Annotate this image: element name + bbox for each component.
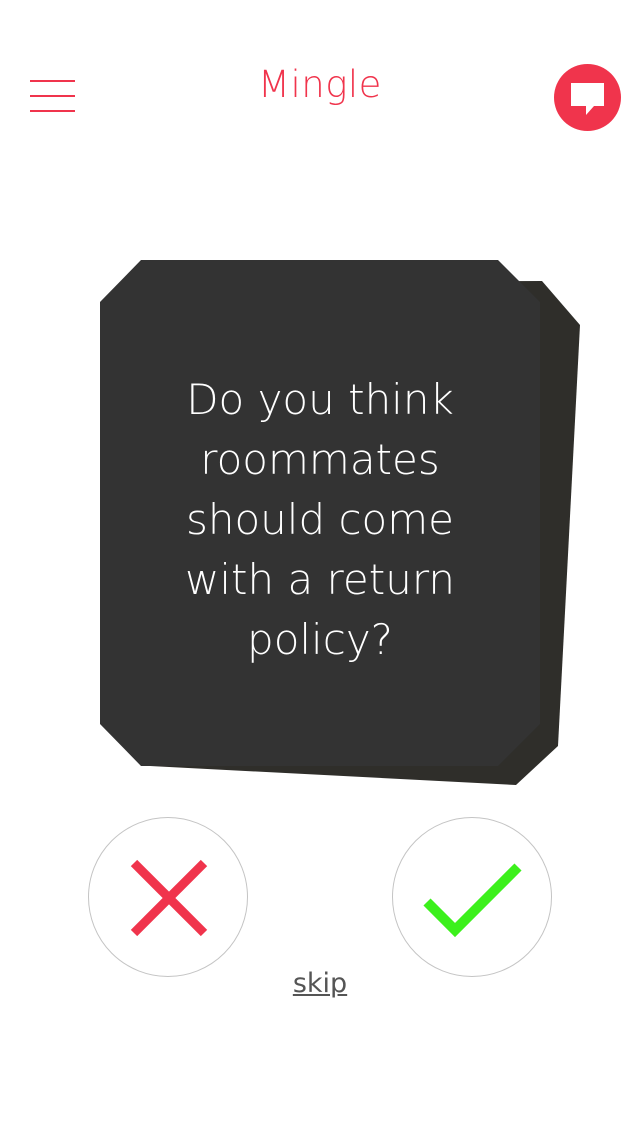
- skip-link[interactable]: skip: [0, 966, 640, 1002]
- cross-icon: [130, 859, 208, 937]
- question-text: Do you think roommates should come with …: [185, 375, 455, 664]
- checkmark-icon: [423, 863, 522, 938]
- accept-button[interactable]: [392, 817, 552, 977]
- reject-button[interactable]: [88, 817, 248, 977]
